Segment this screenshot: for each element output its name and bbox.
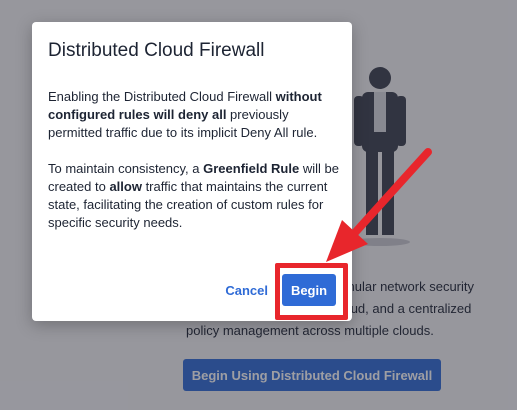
highlight-box [275, 263, 348, 320]
bold-segment: Greenfield Rule [203, 161, 300, 176]
info-paragraph: To maintain consistency, a Greenfield Ru… [48, 160, 344, 232]
bold-segment: allow [109, 179, 142, 194]
modal-body: Enabling the Distributed Cloud Firewall … [48, 88, 344, 232]
warning-paragraph: Enabling the Distributed Cloud Firewall … [48, 88, 344, 142]
text-segment: To maintain consistency, a [48, 161, 204, 176]
cancel-button[interactable]: Cancel [225, 283, 268, 298]
modal-title: Distributed Cloud Firewall [48, 40, 265, 61]
text-segment: Enabling the Distributed Cloud Firewall [48, 89, 276, 104]
